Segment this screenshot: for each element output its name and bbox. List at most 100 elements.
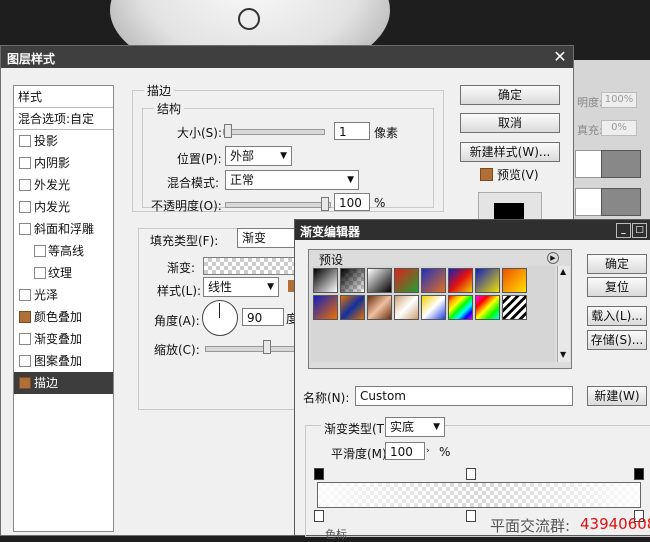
chevron-down-icon: ▼ [267,282,274,292]
checkbox[interactable] [19,223,31,235]
checkbox[interactable] [34,267,46,279]
layer-mask-thumbnail[interactable] [601,150,641,178]
ge-save-button[interactable]: 存储(S)... [587,330,647,350]
style-item-inner-glow[interactable]: 内发光 [14,196,113,218]
preset-swatch[interactable] [313,295,338,320]
gradient-bar[interactable] [317,482,641,508]
preset-swatch[interactable] [340,268,365,293]
chevron-right-icon[interactable]: › [426,442,436,460]
angle-dial[interactable] [202,300,238,336]
preset-swatch[interactable] [502,268,527,293]
structure-group-title: 结构 [154,100,185,117]
layers-opacity-field[interactable]: 100% [601,92,637,108]
opacity-label: 不透明度(O): [151,199,222,213]
checkbox[interactable] [19,377,31,389]
preset-swatch[interactable] [448,268,473,293]
gradient-preview[interactable] [203,257,297,275]
checkbox[interactable] [34,245,46,257]
color-stop[interactable] [314,510,324,522]
gradient-type-select[interactable]: 实底 ▼ [385,417,445,437]
presets-scrollbar[interactable]: ▲ ▼ [557,266,570,362]
checkbox[interactable] [19,355,31,367]
checkbox[interactable] [19,333,31,345]
checkbox[interactable] [19,179,31,191]
preset-swatch[interactable] [313,268,338,293]
style-item-inner-shadow[interactable]: 内阴影 [14,152,113,174]
style-item-texture[interactable]: 纹理 [14,262,113,284]
angle-field[interactable]: 90 [242,308,284,326]
smoothness-field[interactable]: 100 [385,442,425,460]
opacity-stop[interactable] [314,468,324,480]
position-select[interactable]: 外部 ▼ [225,146,292,166]
checkbox[interactable] [19,157,31,169]
layer-mask-thumbnail[interactable] [601,188,641,216]
style-item-contour[interactable]: 等高线 [14,240,113,262]
styles-header[interactable]: 样式 [14,86,113,108]
smoothness-unit: % [439,445,451,459]
preset-swatch[interactable] [448,295,473,320]
ge-new-button[interactable]: 新建(W) [587,386,647,406]
opacity-slider-knob[interactable] [321,197,329,211]
maximize-icon[interactable]: □ [632,223,647,238]
ge-reset-button[interactable]: 复位 [587,277,647,297]
size-slider-knob[interactable] [224,124,232,138]
close-icon[interactable]: ✕ [551,48,569,66]
preset-swatch[interactable] [394,268,419,293]
presets-menu-icon[interactable]: ▶ [547,252,559,264]
opacity-slider[interactable] [225,202,331,208]
size-unit: 像素 [374,126,399,140]
style-item-satin[interactable]: 光泽 [14,284,113,306]
minimize-icon[interactable]: _ [616,223,631,238]
style-item-stroke[interactable]: 描边 [14,372,113,394]
preview-checkbox[interactable] [480,168,493,181]
checkbox[interactable] [19,135,31,147]
style-item-bevel-emboss[interactable]: 斜面和浮雕 [14,218,113,240]
style-item-color-overlay[interactable]: 颜色叠加 [14,306,113,328]
color-stop[interactable] [466,510,476,522]
ge-load-button[interactable]: 载入(L)... [587,306,647,326]
scale-slider-knob[interactable] [263,340,271,354]
layers-fill-field[interactable]: 0% [601,120,637,136]
scale-slider[interactable] [205,346,297,352]
blend-mode-select[interactable]: 正常 ▼ [225,170,359,190]
blend-options-item[interactable]: 混合选项:自定 [14,108,113,130]
preset-swatch[interactable] [394,295,419,320]
smoothness-label: 平滑度(M): [331,447,391,461]
style-item-gradient-overlay[interactable]: 渐变叠加 [14,328,113,350]
fill-type-label: 填充类型(F): [147,232,222,249]
preset-swatch[interactable] [367,268,392,293]
chevron-down-icon: ▼ [433,422,440,432]
opacity-stop[interactable] [466,468,476,480]
checkbox[interactable] [19,289,31,301]
preset-swatch[interactable] [475,268,500,293]
size-slider[interactable] [223,129,325,135]
style-item-pattern-overlay[interactable]: 图案叠加 [14,350,113,372]
gradient-editor-titlebar[interactable]: 渐变编辑器 _ □ [295,220,650,240]
preset-swatch[interactable] [475,295,500,320]
opacity-field[interactable]: 100 [334,193,370,211]
cancel-button[interactable]: 取消 [460,113,560,133]
ok-button[interactable]: 确定 [460,85,560,105]
new-style-button[interactable]: 新建样式(W)... [460,142,560,162]
style-select[interactable]: 线性 ▼ [203,277,279,297]
name-field[interactable]: Custom [355,386,573,406]
layer-style-titlebar[interactable]: 图层样式 ✕ [1,46,573,68]
style-item-drop-shadow[interactable]: 投影 [14,130,113,152]
preset-swatch[interactable] [367,295,392,320]
layers-panel: 明度: 100% 真充: 0% [570,60,650,220]
gradient-editor-dialog: 渐变编辑器 _ □ 预设 ▶ ▲ ▼ 确定 复位 载入(L)... 存储(S).… [294,219,650,541]
size-field[interactable]: 1 [334,122,370,140]
scroll-up-icon: ▲ [560,267,567,276]
fill-type-select[interactable]: 渐变 [237,228,295,248]
style-item-outer-glow[interactable]: 外发光 [14,174,113,196]
scale-label: 缩放(C): [154,343,200,357]
checkbox[interactable] [19,311,31,323]
checkbox[interactable] [19,201,31,213]
blend-mode-label: 混合模式: [167,176,220,190]
ge-ok-button[interactable]: 确定 [587,254,647,274]
opacity-stop[interactable] [634,468,644,480]
preset-swatch[interactable] [502,295,527,320]
preset-swatch[interactable] [421,268,446,293]
preset-swatch[interactable] [340,295,365,320]
preset-swatch[interactable] [421,295,446,320]
